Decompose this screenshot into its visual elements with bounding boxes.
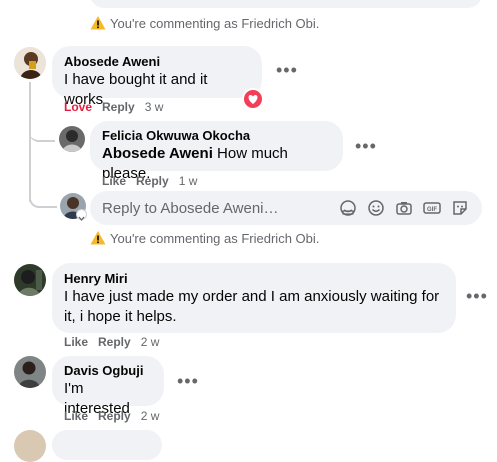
warning-icon [90,16,106,30]
more-options-icon[interactable]: ••• [355,137,377,155]
avatar-dropdown-icon[interactable] [76,209,87,222]
reply-button[interactable]: Reply [98,335,131,349]
comment-actions: Like Reply 2 w [64,408,169,424]
comment-bubble: Henry Miri I have just made my order and… [52,263,456,333]
comment-author[interactable]: Abosede Aweni [64,54,250,70]
thread-branch [29,190,57,208]
thread-branch [29,120,55,142]
timestamp[interactable]: 1 w [179,174,198,188]
avatar[interactable] [59,126,85,152]
more-options-icon[interactable]: ••• [276,61,298,79]
reply-author[interactable]: Felicia Okwuwa Okocha [102,128,331,144]
more-options-icon[interactable]: ••• [466,287,488,305]
reply-button[interactable]: Reply [136,174,169,188]
camera-icon[interactable] [394,198,414,218]
comment-actions: Love Reply 3 w [64,99,173,115]
love-reaction-icon[interactable] [242,88,264,110]
comment-bubble: Abosede Aweni I have bought it and it wo… [52,46,262,108]
reply-button[interactable]: Reply [102,100,135,114]
timestamp[interactable]: 2 w [141,335,160,349]
mention-link[interactable]: Abosede Aweni [102,145,213,162]
next-comment-box [52,430,162,460]
warning-icon [90,231,106,245]
avatar[interactable] [14,430,46,462]
previous-comment-box [90,0,482,8]
comment-actions: Like Reply 2 w [64,334,169,350]
reply-input-tools: GIF [338,198,470,218]
avatar[interactable] [14,356,46,388]
commenting-as-notice: You're commenting as Friedrich Obi. [90,230,319,246]
love-button[interactable]: Love [64,100,92,114]
reply-input[interactable]: Reply to Abosede Aweni… GIF [90,191,482,225]
emoji-icon[interactable] [366,198,386,218]
svg-text:GIF: GIF [427,207,437,213]
like-button[interactable]: Like [64,335,88,349]
timestamp[interactable]: 2 w [141,409,160,423]
commenting-as-notice: You're commenting as Friedrich Obi. [90,15,319,31]
reply-bubble: Felicia Okwuwa Okocha Abosede Aweni How … [90,121,343,182]
commenting-as-text: You're commenting as Friedrich Obi. [110,16,320,31]
reply-actions: Like Reply 1 w [102,173,207,189]
like-button[interactable]: Like [64,409,88,423]
timestamp[interactable]: 3 w [145,100,164,114]
reply-button[interactable]: Reply [98,409,131,423]
comment-text: I have just made my order and I am anxio… [64,288,440,325]
comment-author[interactable]: Henry Miri [64,271,444,287]
thread-line [29,82,31,202]
avatar[interactable] [14,264,46,296]
comment-author[interactable]: Davis Ogbuji [64,363,152,379]
like-button[interactable]: Like [102,174,126,188]
sticker-face-icon[interactable] [338,198,358,218]
sticker-icon[interactable] [450,198,470,218]
avatar[interactable] [14,47,46,79]
commenting-as-text: You're commenting as Friedrich Obi. [110,231,320,246]
comment-bubble: Davis Ogbuji I'm interested [52,356,164,417]
reply-input-placeholder[interactable]: Reply to Abosede Aweni… [102,200,338,217]
gif-icon[interactable]: GIF [422,198,442,218]
more-options-icon[interactable]: ••• [177,372,199,390]
